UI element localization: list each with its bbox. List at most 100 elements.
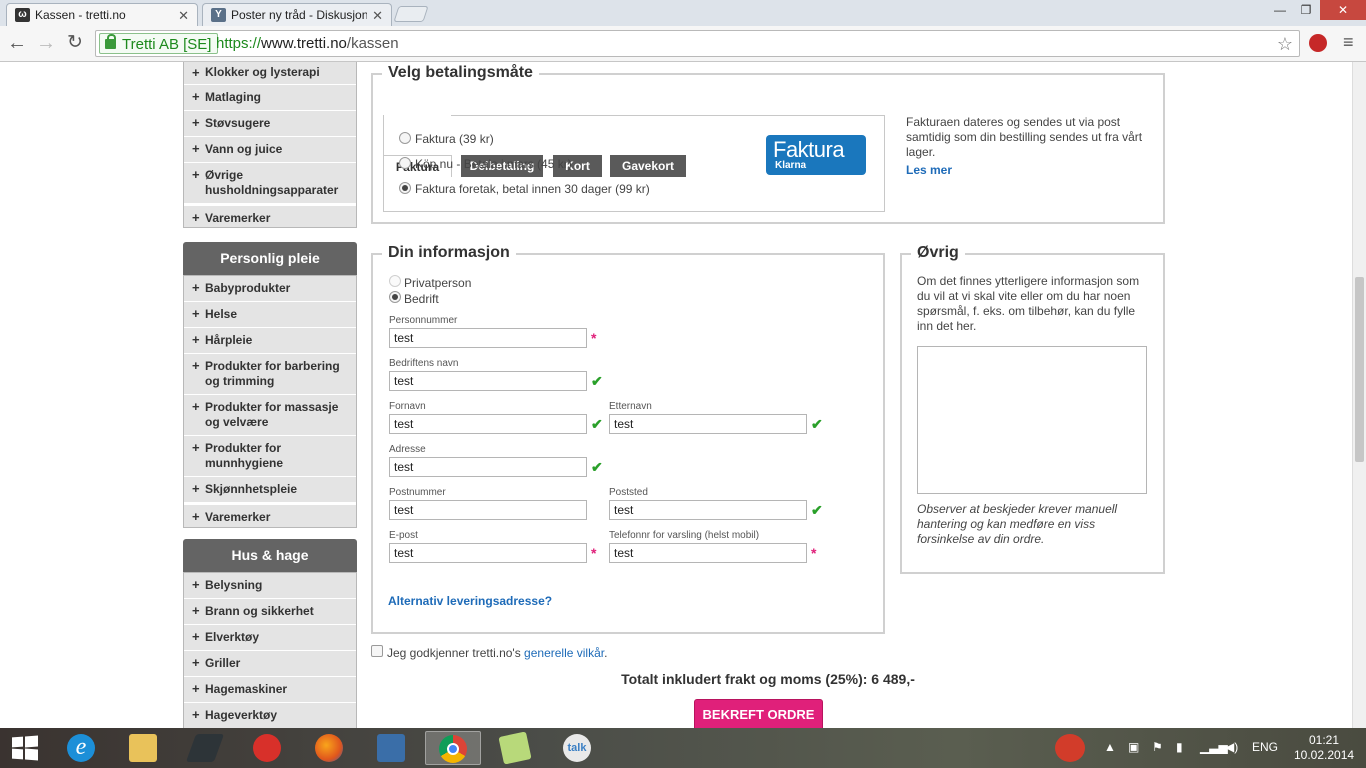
volume-icon[interactable]: ◀) <box>1225 740 1238 754</box>
valid-check-icon: ✔ <box>591 373 603 389</box>
sidebar-item[interactable]: + Hårpleie <box>184 328 356 354</box>
reload-icon[interactable]: ↻ <box>63 32 87 56</box>
scrollbar-thumb[interactable] <box>1355 277 1364 462</box>
close-tab-icon[interactable]: ✕ <box>372 8 383 24</box>
plus-icon: + <box>192 399 200 414</box>
last-name-input[interactable]: test <box>609 414 807 434</box>
tab-kassen[interactable]: ω Kassen - tretti.no ✕ <box>6 3 198 26</box>
network-signal-icon[interactable]: ▁▃▅ <box>1200 740 1228 754</box>
windows-start-icon[interactable] <box>0 728 50 768</box>
ev-certificate-badge[interactable]: Tretti AB [SE] <box>99 33 219 54</box>
sidebar-item[interactable]: + Produkter for barbering og trimming <box>184 354 356 395</box>
terms-checkbox[interactable] <box>371 645 383 657</box>
sidebar-group-household: + Klokker og lysterapi + Matlaging + Støvsu… <box>183 62 357 228</box>
city-input[interactable]: test <box>609 500 807 520</box>
sidebar-item[interactable]: + Produkter for massasje og velvære <box>184 395 356 436</box>
close-tab-icon[interactable]: ✕ <box>178 8 189 24</box>
google-talk-icon[interactable]: talk <box>554 731 600 765</box>
plus-icon: + <box>192 358 200 373</box>
bedrift-label: Bedriftens navn <box>389 358 459 369</box>
tab-diskusjon[interactable]: Y Poster ny tråd - Diskusjon ✕ <box>202 3 392 26</box>
logo-subtitle: Klarna <box>775 160 807 171</box>
radio-privatperson[interactable] <box>389 275 401 287</box>
sidebar-item-label: Varemerker <box>205 510 271 524</box>
personnummer-input[interactable]: test <box>389 328 587 348</box>
extension-icon[interactable] <box>1309 34 1327 52</box>
sidebar-item[interactable]: + Hagemaskiner <box>184 677 356 703</box>
telefon-label: Telefonnr for varsling (helst mobil) <box>609 530 760 541</box>
sidebar-group-house-garden: + Belysning + Brann og sikkerhet + Elverktø… <box>183 572 357 728</box>
chrome-icon[interactable] <box>425 731 481 765</box>
address-input[interactable]: test <box>389 457 587 477</box>
sidebar-item[interactable]: + Øvrige husholdningsapparater <box>184 163 356 206</box>
input-language[interactable]: ENG <box>1252 740 1278 754</box>
sidebar-heading-personal-care[interactable]: Personlig pleie <box>183 242 357 275</box>
url-text[interactable]: https://www.tretti.no/kassen <box>216 35 399 52</box>
confirm-order-button[interactable]: BEKREFT ORDRE <box>694 699 823 728</box>
phone-input[interactable]: test <box>609 543 807 563</box>
app-icon[interactable] <box>182 731 228 765</box>
company-name-input[interactable]: test <box>389 371 587 391</box>
read-more-link[interactable]: Les mer <box>906 163 952 177</box>
sidebar-item-label: Vann og juice <box>205 142 283 156</box>
sidebar-item[interactable]: + Babyprodukter <box>184 276 356 302</box>
plus-icon: + <box>192 577 200 592</box>
radio-faktura-foretak[interactable] <box>399 182 411 194</box>
sidebar-item[interactable]: + Vann og juice <box>184 137 356 163</box>
sidebar-item[interactable]: + Brann og sikkerhet <box>184 599 356 625</box>
sidebar-item-label: Varemerker <box>205 211 271 225</box>
sidebar-item-brands[interactable]: + Varemerker <box>184 505 356 529</box>
battery-icon[interactable]: ▮ <box>1176 740 1183 754</box>
sidebar-heading-house-garden[interactable]: Hus & hage <box>183 539 357 572</box>
notification-app-icon[interactable] <box>1055 734 1085 762</box>
sidebar-item[interactable]: + Støvsugere <box>184 111 356 137</box>
sidebar-item[interactable]: + Helse <box>184 302 356 328</box>
sidebar-item[interactable]: + Griller <box>184 651 356 677</box>
first-name-input[interactable]: test <box>389 414 587 434</box>
bookmark-star-icon[interactable]: ☆ <box>1277 34 1293 55</box>
action-center-flag-icon[interactable]: ⚑ <box>1152 740 1163 754</box>
sidebar-item[interactable]: + Matlaging <box>184 85 356 111</box>
url-host: www.tretti.no <box>261 35 347 52</box>
tray-app-icon[interactable]: ▣ <box>1128 740 1139 754</box>
new-tab-button[interactable] <box>393 6 429 22</box>
message-textarea[interactable] <box>917 346 1147 494</box>
address-bar[interactable]: Tretti AB [SE] https://www.tretti.no/kas… <box>95 30 1300 57</box>
close-window-button[interactable]: ✕ <box>1320 0 1366 20</box>
plus-icon: + <box>192 141 200 156</box>
firefox-icon[interactable] <box>306 731 352 765</box>
radio-bedrift[interactable] <box>389 291 401 303</box>
radio-faktura[interactable] <box>399 132 411 144</box>
clock[interactable]: 01:21 10.02.2014 <box>1294 733 1354 763</box>
sidebar-item[interactable]: + Klokker og lysterapi <box>184 62 356 85</box>
forward-arrow-icon[interactable]: → <box>34 32 58 56</box>
sidebar-item[interactable]: + Skjønnhetspleie <box>184 477 356 505</box>
personnummer-label: Personnummer <box>389 315 458 326</box>
app-icon[interactable] <box>368 731 414 765</box>
restore-button[interactable]: ❐ <box>1293 0 1319 20</box>
sidebar-item[interactable]: + Elverktøy <box>184 625 356 651</box>
plus-icon: + <box>192 603 200 618</box>
minimize-button[interactable]: — <box>1267 0 1293 20</box>
file-explorer-icon[interactable] <box>120 731 166 765</box>
app-icon[interactable] <box>244 731 290 765</box>
radio-kop-nu[interactable] <box>399 157 411 169</box>
postal-code-input[interactable]: test <box>389 500 587 520</box>
menu-icon[interactable]: ≡ <box>1343 32 1359 52</box>
sidebar-item[interactable]: + Belysning <box>184 573 356 599</box>
page-scrollbar[interactable] <box>1352 62 1366 728</box>
sidebar-item-brands[interactable]: + Varemerker <box>184 206 356 230</box>
back-arrow-icon[interactable]: ← <box>5 32 29 56</box>
sidebar-item[interactable]: + Hageverktøy <box>184 703 356 728</box>
alt-delivery-address-link[interactable]: Alternativ leveringsadresse? <box>388 594 552 608</box>
option-label: Faktura foretak, betal innen 30 dager (9… <box>415 182 650 196</box>
app-icon[interactable] <box>492 731 538 765</box>
internet-explorer-icon[interactable]: e <box>58 731 104 765</box>
plus-icon: + <box>192 681 200 696</box>
talk-label: talk <box>563 734 591 762</box>
sidebar-item[interactable]: + Produkter for munnhygiene <box>184 436 356 477</box>
clock-date: 10.02.2014 <box>1294 748 1355 762</box>
terms-link[interactable]: generelle vilkår <box>524 646 604 660</box>
email-input[interactable]: test <box>389 543 587 563</box>
show-hidden-icons-icon[interactable]: ▲ <box>1104 740 1116 754</box>
